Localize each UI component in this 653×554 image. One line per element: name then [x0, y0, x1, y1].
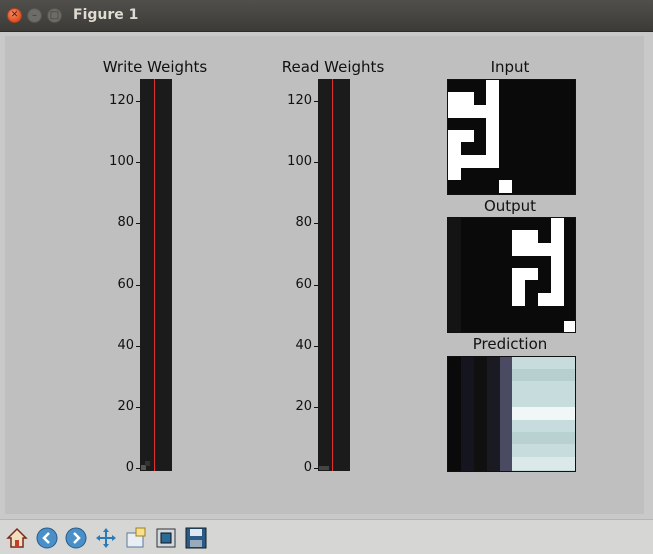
y-tick-mark — [314, 223, 318, 225]
read-weights-title: Read Weights — [281, 58, 385, 76]
matrix-cell — [474, 357, 487, 471]
y-tick-label: 0 — [125, 460, 134, 475]
matrix-cell — [461, 130, 474, 142]
title-bar: ✕ – □ Figure 1 — [0, 0, 653, 32]
y-tick-label: 120 — [109, 93, 134, 108]
y-tick-mark — [314, 406, 318, 408]
zoom-rect-icon — [126, 527, 146, 548]
matrix-cell — [512, 243, 551, 256]
y-tick-mark — [136, 284, 140, 286]
subplots-icon — [156, 528, 176, 548]
maximize-window-button[interactable]: □ — [47, 8, 62, 23]
matrix-cell — [448, 92, 474, 106]
matrix-cell — [448, 130, 461, 180]
matrix-cell — [448, 218, 461, 332]
matrix-cell — [448, 105, 486, 118]
figure-window: ✕ – □ Figure 1 Write Weights 120 100 80 60 4… — [0, 0, 653, 554]
write-weights-title: Write Weights — [102, 58, 208, 76]
y-tick-mark — [314, 162, 318, 164]
y-tick-label: 100 — [287, 154, 312, 170]
matrix-cell — [500, 357, 512, 471]
y-tick-label: 100 — [109, 154, 134, 170]
move-icon — [96, 528, 116, 548]
y-tick-label: 120 — [287, 93, 312, 108]
read-weights-marker — [332, 79, 333, 471]
window-title: Figure 1 — [73, 7, 139, 23]
read-weights-cell — [319, 466, 329, 470]
prediction-matrix[interactable] — [447, 356, 576, 472]
matrix-cell — [487, 357, 500, 471]
matrix-cell — [461, 155, 499, 168]
matrix-cell — [564, 321, 575, 332]
output-matrix[interactable] — [447, 217, 576, 333]
maximize-icon: □ — [49, 10, 60, 21]
matrix-cell — [525, 268, 538, 280]
y-tick-mark — [136, 223, 140, 225]
matrix-cell — [551, 218, 564, 306]
back-button[interactable] — [33, 524, 61, 552]
y-tick-label: 20 — [117, 398, 134, 414]
minimize-icon: – — [32, 10, 37, 21]
y-tick-label: 80 — [117, 215, 134, 231]
write-weights-cell — [145, 461, 150, 466]
matrix-cell — [486, 80, 499, 118]
forward-button[interactable] — [62, 524, 90, 552]
zoom-button[interactable] — [122, 524, 150, 552]
matrix-cell — [512, 268, 525, 306]
save-icon — [185, 527, 207, 549]
input-title: Input — [490, 58, 530, 76]
y-tick-mark — [136, 101, 140, 102]
matrix-cell — [512, 407, 575, 420]
matrix-cell — [461, 357, 474, 471]
back-arrow-icon — [36, 527, 58, 549]
matrix-cell — [499, 180, 512, 193]
pan-button[interactable] — [92, 524, 120, 552]
save-button[interactable] — [182, 524, 210, 552]
y-tick-mark — [314, 101, 318, 102]
y-tick-label: 80 — [295, 215, 312, 231]
y-tick-label: 60 — [295, 276, 312, 292]
input-matrix[interactable] — [447, 79, 576, 195]
close-icon: ✕ — [10, 10, 19, 20]
minimize-window-button[interactable]: – — [27, 8, 42, 23]
y-tick-mark — [136, 406, 140, 408]
y-tick-mark — [314, 345, 318, 347]
matrix-cell — [512, 457, 575, 470]
y-tick-mark — [136, 162, 140, 164]
y-tick-label: 60 — [117, 276, 134, 292]
y-tick-mark — [136, 345, 140, 347]
write-weights-plot[interactable] — [140, 79, 172, 471]
matrix-cell — [512, 432, 575, 444]
y-tick-label: 40 — [295, 337, 312, 353]
home-button[interactable] — [3, 524, 31, 552]
y-tick-label: 0 — [303, 460, 312, 475]
matplotlib-toolbar — [0, 519, 653, 554]
y-tick-mark — [136, 468, 140, 469]
matrix-cell — [512, 369, 575, 381]
close-window-button[interactable]: ✕ — [7, 8, 22, 23]
configure-subplots-button[interactable] — [152, 524, 180, 552]
write-weights-marker — [154, 79, 155, 471]
y-tick-label: 40 — [117, 337, 134, 353]
figure-canvas[interactable]: Write Weights 120 100 80 60 40 20 0 Read Weigh… — [5, 36, 644, 514]
y-tick-label: 20 — [295, 398, 312, 414]
home-icon — [6, 527, 28, 548]
y-tick-mark — [314, 284, 318, 286]
forward-arrow-icon — [65, 527, 87, 549]
output-title: Output — [483, 197, 537, 215]
matrix-cell — [538, 293, 551, 306]
read-weights-plot[interactable] — [318, 79, 350, 471]
prediction-title: Prediction — [472, 335, 548, 353]
y-tick-mark — [314, 468, 318, 469]
